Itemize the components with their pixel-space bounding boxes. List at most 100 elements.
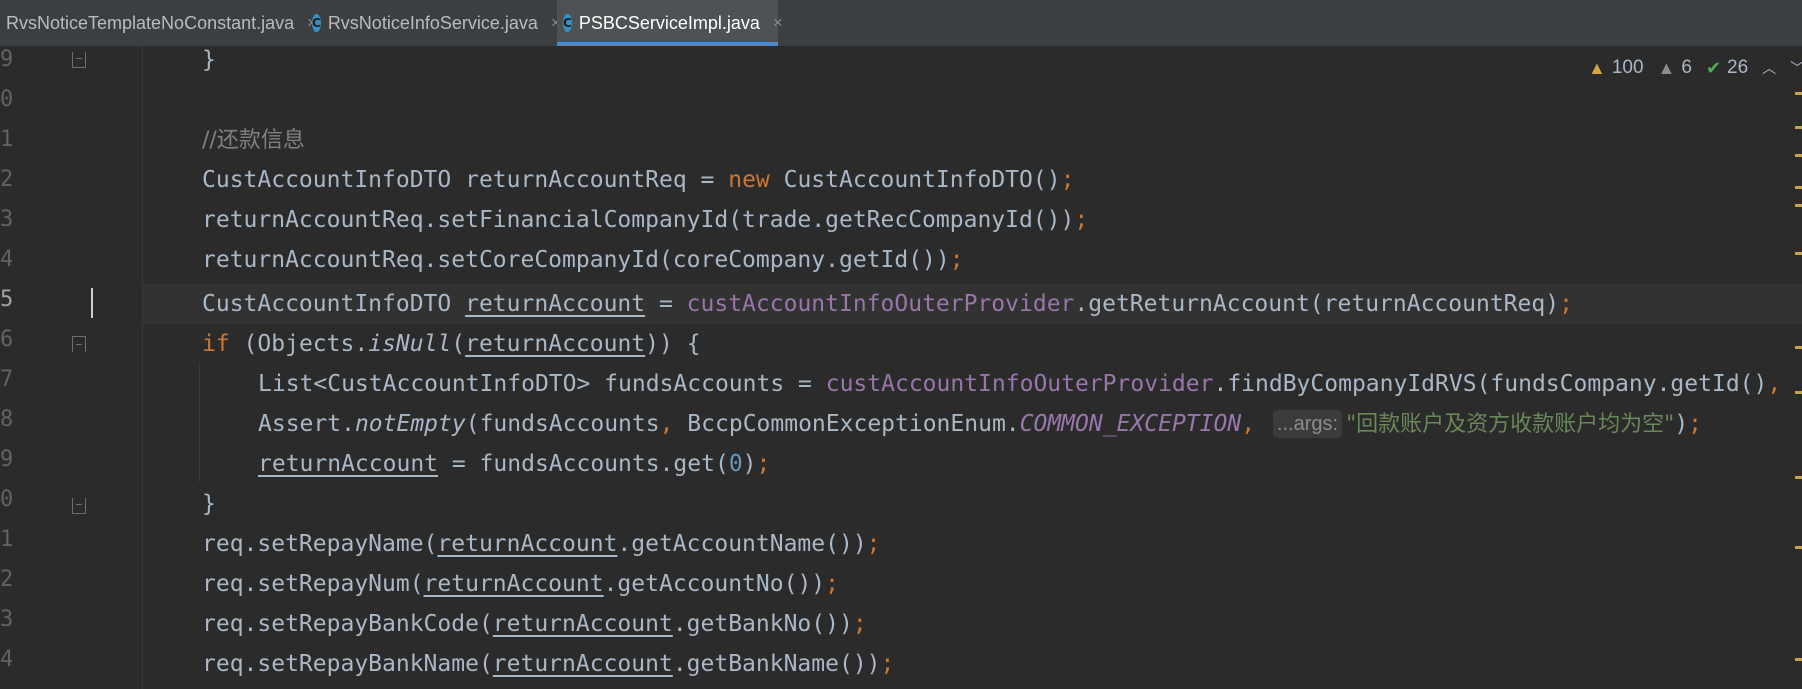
tab-psbc-service-impl[interactable]: C PSBCServiceImpl.java × xyxy=(557,0,783,46)
code-call: req.setRepayBankCode( xyxy=(202,611,493,637)
java-class-icon: C xyxy=(563,14,572,32)
warning-marker[interactable] xyxy=(1795,126,1802,129)
code-line[interactable]: req.setRepayBankCode(returnAccount.getBa… xyxy=(202,604,867,644)
code-line[interactable]: req.setRepayBankName(returnAccount.getBa… xyxy=(202,644,894,684)
code-line[interactable]: returnAccountReq.setFinancialCompanyId(t… xyxy=(202,200,1088,240)
code-constant: COMMON_EXCEPTION xyxy=(1019,411,1242,437)
code-call: .getBankNo()) xyxy=(672,611,853,637)
code-call: .findByCompanyIdRVS(fundsCompany.getId() xyxy=(1213,371,1768,397)
code-call: .getAccountName()) xyxy=(617,531,867,557)
code-class: Assert. xyxy=(258,411,355,437)
code-type: CustAccountInfoDTO xyxy=(202,167,452,193)
code-line[interactable]: List<CustAccountInfoDTO> fundsAccounts =… xyxy=(258,364,1781,404)
line-number: 2 xyxy=(0,567,14,592)
warning-marker[interactable] xyxy=(1795,546,1802,549)
warning-count: 100 xyxy=(1611,57,1644,78)
code-variable: returnAccount xyxy=(465,331,646,357)
line-number: 1 xyxy=(0,527,14,552)
code-line[interactable]: if (Objects.isNull(returnAccount)) { xyxy=(202,324,701,364)
fold-start-icon[interactable] xyxy=(72,336,86,352)
code-semicolon: ; xyxy=(880,651,895,677)
code-call: = fundsAccounts.get( xyxy=(438,451,729,477)
line-number-current: 5 xyxy=(0,287,14,312)
code-line[interactable]: CustAccountInfoDTO returnAccountReq = ne… xyxy=(202,160,1074,200)
tab-label: PSBCServiceImpl.java xyxy=(578,12,760,33)
tab-label: RvsNoticeTemplateNoConstant.java xyxy=(6,12,295,33)
code-semicolon: ; xyxy=(852,611,867,637)
warning-marker[interactable] xyxy=(1795,658,1802,661)
vertical-scrollbar[interactable] xyxy=(1772,46,1794,689)
code-variable: returnAccountReq xyxy=(465,167,687,193)
warning-marker[interactable] xyxy=(1795,154,1802,157)
warning-marker[interactable] xyxy=(1795,204,1802,207)
code-comma: , xyxy=(659,411,674,437)
code-line[interactable]: req.setRepayName(returnAccount.getAccoun… xyxy=(202,524,881,564)
code-line[interactable]: returnAccount = fundsAccounts.get(0); xyxy=(258,444,770,484)
line-number: 6 xyxy=(0,327,14,352)
code-semicolon: ; xyxy=(825,571,839,597)
text-caret xyxy=(91,288,93,318)
line-number-gutter[interactable]: 9 0 1 2 3 4 5 6 7 8 9 0 1 2 3 4 xyxy=(0,46,140,689)
editor-tab-bar: RvsNoticeTemplateNoConstant.java × C Rvs… xyxy=(0,0,1802,47)
close-icon[interactable]: × xyxy=(773,13,783,33)
java-class-icon: C xyxy=(312,14,321,32)
closing-brace: } xyxy=(202,491,216,517)
code-line[interactable]: returnAccountReq.setCoreCompanyId(coreCo… xyxy=(202,240,964,280)
code-static-method: notEmpty xyxy=(354,411,466,437)
code-semicolon: ; xyxy=(949,247,964,273)
code-paren: ( xyxy=(451,331,466,357)
line-number: 3 xyxy=(0,607,14,632)
line-number: 1 xyxy=(0,127,14,152)
line-number: 9 xyxy=(0,447,14,472)
warning-marker[interactable] xyxy=(1795,476,1802,479)
code-paren: )) { xyxy=(645,331,701,357)
warning-marker[interactable] xyxy=(1795,391,1802,394)
code-variable: returnAccount xyxy=(423,571,604,597)
tab-label: RvsNoticeInfoService.java xyxy=(327,12,538,33)
code-line[interactable]: //还款信息 xyxy=(202,120,305,160)
code-semicolon: ; xyxy=(756,451,771,477)
code-field: custAccountInfoOuterProvider xyxy=(825,371,1214,397)
code-variable: returnAccount xyxy=(465,291,646,317)
warning-marker[interactable] xyxy=(1795,252,1802,255)
code-call: req.setRepayName( xyxy=(202,531,438,557)
code-variable: returnAccount xyxy=(492,611,673,637)
closing-brace: } xyxy=(202,47,216,73)
code-line-current[interactable]: CustAccountInfoDTO returnAccount = custA… xyxy=(202,284,1573,324)
weak-warning-count: 6 xyxy=(1681,57,1692,78)
code-statement: returnAccountReq.setCoreCompanyId(coreCo… xyxy=(202,247,950,273)
code-field: custAccountInfoOuterProvider xyxy=(686,291,1075,317)
warning-icon: ▲ xyxy=(1588,57,1606,78)
parameter-hint: ...args: xyxy=(1272,410,1343,438)
tab-rvs-notice-template-no-constant[interactable]: RvsNoticeTemplateNoConstant.java × xyxy=(0,0,317,46)
tab-rvs-notice-info-service[interactable]: C RvsNoticeInfoService.java × xyxy=(306,0,561,46)
code-line[interactable]: req.setRepayNum(returnAccount.getAccount… xyxy=(202,564,839,604)
line-number: 9 xyxy=(0,47,14,72)
line-number: 0 xyxy=(0,487,14,512)
code-number: 0 xyxy=(728,451,743,477)
fold-end-icon[interactable] xyxy=(72,52,86,68)
code-args: (fundsAccounts xyxy=(465,411,660,437)
line-number: 4 xyxy=(0,647,14,672)
inspection-widget[interactable]: ▲ 100 ▲ 6 ✔ 26 ︿ ﹀ xyxy=(1588,48,1802,88)
warning-marker[interactable] xyxy=(1795,346,1802,349)
code-variable: returnAccount xyxy=(437,531,618,557)
code-keyword: new xyxy=(728,167,770,193)
line-number: 3 xyxy=(0,207,14,232)
code-paren: ) xyxy=(1674,411,1689,437)
warning-marker[interactable] xyxy=(1795,92,1802,95)
warning-marker[interactable] xyxy=(1795,186,1802,189)
code-semicolon: ; xyxy=(1559,291,1573,317)
code-line[interactable]: } xyxy=(202,40,216,80)
code-comma: , xyxy=(1241,411,1256,437)
code-line[interactable]: } xyxy=(202,484,216,524)
line-number: 0 xyxy=(0,87,14,112)
typo-count: 26 xyxy=(1727,57,1749,78)
error-stripe[interactable] xyxy=(1795,46,1802,689)
fold-end-icon[interactable] xyxy=(72,498,86,514)
code-type: CustAccountInfoDTO xyxy=(202,291,466,317)
code-comment: //还款信息 xyxy=(202,128,305,153)
code-string: "回款账户及资方收款账户均为空" xyxy=(1346,412,1675,437)
code-line[interactable]: Assert.notEmpty(fundsAccounts, BccpCommo… xyxy=(258,404,1702,444)
line-number: 2 xyxy=(0,167,14,192)
